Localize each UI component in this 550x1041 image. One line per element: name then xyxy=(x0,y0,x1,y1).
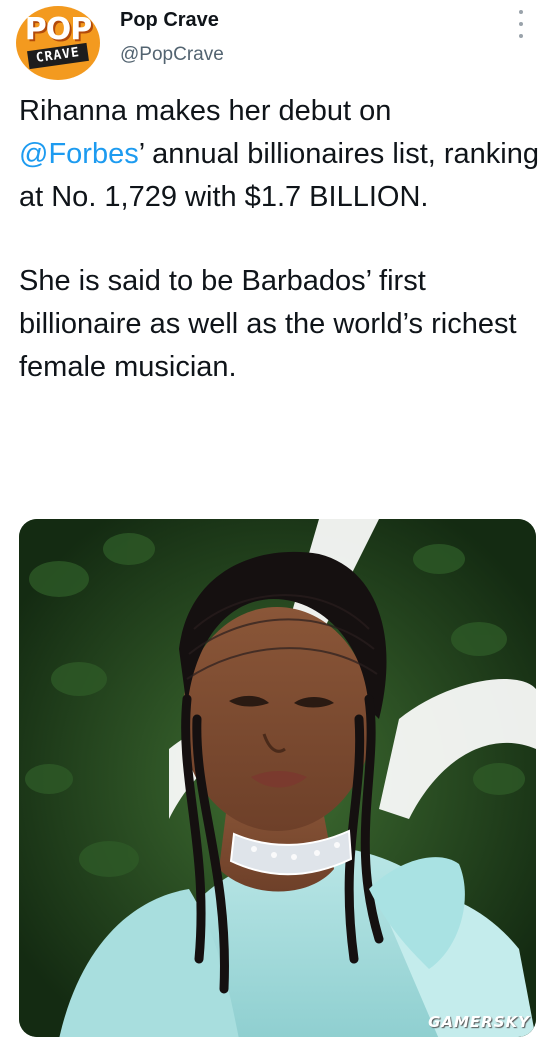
author-handle[interactable]: @PopCrave xyxy=(120,44,224,66)
watermark-text: GAMERSKY xyxy=(428,1013,530,1031)
tweet-photo[interactable]: GAMERSKY xyxy=(19,519,536,1037)
avatar[interactable]: POP CRAVE xyxy=(16,6,100,80)
tweet-text-lead: Rihanna makes her debut on xyxy=(19,95,392,127)
tweet-paragraph-1: Rihanna makes her debut on @Forbes’ annua… xyxy=(19,90,539,219)
tweet-paragraph-2: She is said to be Barbados’ first billio… xyxy=(19,265,517,383)
avatar-logo-top: POP xyxy=(24,12,92,47)
forbes-mention-link[interactable]: @Forbes xyxy=(19,138,139,170)
more-vertical-icon[interactable] xyxy=(515,10,527,38)
tweet-text: Rihanna makes her debut on @Forbes’ annua… xyxy=(19,90,539,389)
author-display-name[interactable]: Pop Crave xyxy=(120,9,219,32)
photo-illustration xyxy=(19,519,536,1037)
